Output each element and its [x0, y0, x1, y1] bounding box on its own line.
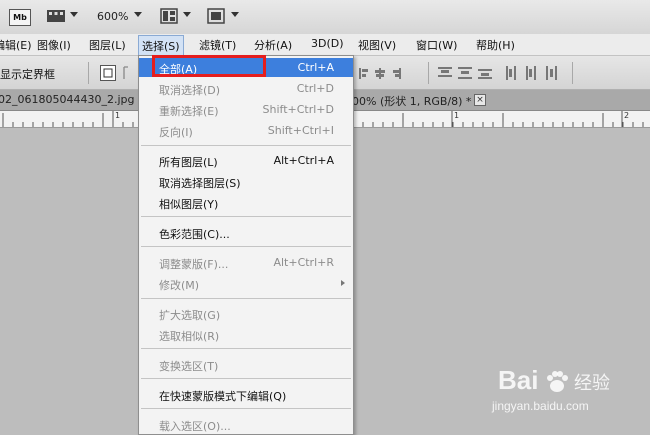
menu-item-similar[interactable]: 选取相似(R): [139, 325, 353, 344]
screen-mode-icon[interactable]: [207, 8, 225, 24]
menu-item-color-range[interactable]: 色彩范围(C)...: [139, 223, 353, 242]
menu-window[interactable]: 窗口(W): [416, 37, 457, 53]
film-strip-icon[interactable]: [46, 8, 66, 24]
distribute-vertical-icons[interactable]: [505, 66, 567, 80]
submenu-arrow-icon: [341, 280, 345, 286]
document-tab-jpg[interactable]: 02_061805044430_2.jpg: [0, 93, 135, 106]
menu-bar: 编辑(E) 图像(I) 图层(L) 选择(S) 滤镜(T) 分析(A) 3D(D…: [0, 34, 650, 57]
options-separator: [572, 62, 573, 84]
document-tab-shape[interactable]: 00% (形状 1, RGB/8) *: [352, 93, 471, 109]
menu-select[interactable]: 选择(S): [138, 35, 184, 57]
menu-filter[interactable]: 滤镜(T): [199, 37, 236, 53]
menu-item-similar-layers[interactable]: 相似图层(Y): [139, 193, 353, 212]
menu-separator: [141, 348, 351, 349]
menu-3d[interactable]: 3D(D): [311, 37, 344, 50]
align-vertical-icons[interactable]: [358, 66, 418, 80]
zoom-level[interactable]: 600%: [97, 10, 128, 23]
application-bar: Mb 600%: [0, 0, 650, 35]
menu-item-inverse[interactable]: 反向(I) Shift+Ctrl+I: [139, 121, 353, 140]
ruler-label: 1: [115, 111, 121, 120]
menu-item-deselect-layers[interactable]: 取消选择图层(S): [139, 172, 353, 191]
close-tab-icon[interactable]: ×: [474, 94, 486, 106]
menu-edit[interactable]: 编辑(E): [0, 37, 32, 53]
menu-item-refine-mask[interactable]: 调整蒙版(F)... Alt+Ctrl+R: [139, 253, 353, 272]
ruler-label: 1: [454, 111, 460, 120]
menu-item-deselect[interactable]: 取消选择(D) Ctrl+D: [139, 79, 353, 98]
menu-image[interactable]: 图像(I): [37, 37, 71, 53]
watermark-url: jingyan.baidu.com: [492, 399, 589, 413]
menu-separator: [141, 145, 351, 146]
menu-help[interactable]: 帮助(H): [476, 37, 515, 53]
menu-item-all-layers[interactable]: 所有图层(L) Alt+Ctrl+A: [139, 151, 353, 170]
baidu-jingyan-watermark: Bai 经验 jingyan.baidu.com: [486, 365, 636, 425]
arrange-dropdown-arrow[interactable]: [183, 12, 191, 17]
menu-separator: [141, 216, 351, 217]
options-separator: [88, 62, 89, 84]
align-edges-icon[interactable]: [122, 66, 136, 80]
arrange-documents-icon[interactable]: [160, 8, 178, 24]
menu-item-quick-mask[interactable]: 在快速蒙版模式下编辑(Q): [139, 385, 353, 404]
menu-separator: [141, 378, 351, 379]
menu-layer[interactable]: 图层(L): [89, 37, 126, 53]
distribute-horizontal-icons[interactable]: [438, 66, 496, 80]
menu-separator: [141, 298, 351, 299]
menu-separator: [141, 246, 351, 247]
show-bounding-box-label[interactable]: 显示定界框: [0, 66, 55, 82]
menu-item-modify[interactable]: 修改(M): [139, 274, 353, 293]
auto-select-box-icon[interactable]: [100, 65, 116, 81]
ruler-label: 2: [624, 111, 630, 120]
mini-bridge-button[interactable]: Mb: [9, 9, 31, 26]
menu-view[interactable]: 视图(V): [358, 37, 396, 53]
options-separator: [428, 62, 429, 84]
highlight-callout-box: [152, 55, 266, 77]
watermark-brand: Bai: [498, 365, 539, 395]
menu-item-grow[interactable]: 扩大选取(G): [139, 304, 353, 323]
menu-item-load-selection[interactable]: 载入选区(O)...: [139, 415, 353, 434]
view-extras-dropdown-arrow[interactable]: [70, 12, 78, 17]
paw-icon: [547, 371, 568, 392]
menu-separator: [141, 408, 351, 409]
watermark-brand-cn: 经验: [574, 373, 610, 394]
zoom-dropdown-arrow[interactable]: [134, 12, 142, 17]
select-menu-dropdown: 全部(A) Ctrl+A 取消选择(D) Ctrl+D 重新选择(E) Shif…: [138, 55, 354, 435]
menu-analysis[interactable]: 分析(A): [254, 37, 292, 53]
menu-item-reselect[interactable]: 重新选择(E) Shift+Ctrl+D: [139, 100, 353, 119]
menu-item-transform-selection[interactable]: 变换选区(T): [139, 355, 353, 374]
screen-mode-dropdown-arrow[interactable]: [231, 12, 239, 17]
